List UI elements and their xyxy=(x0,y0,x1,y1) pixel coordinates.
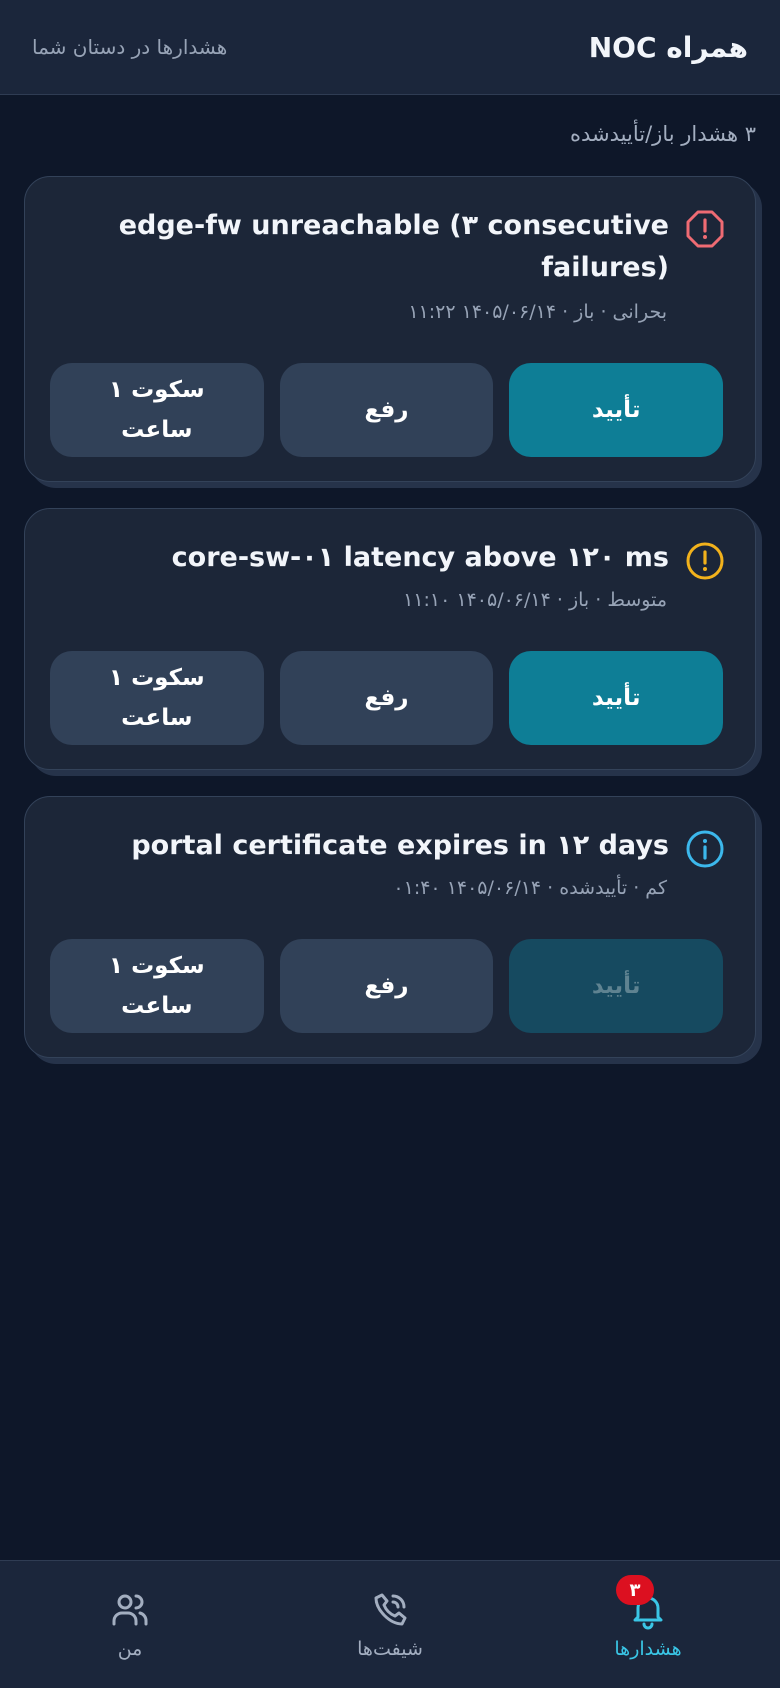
alert-title: portal certificate expires in ۱۲ days xyxy=(131,830,669,861)
alerts-count-badge: ۳ xyxy=(616,1575,654,1605)
acknowledge-button[interactable]: تأیید xyxy=(509,651,723,745)
app-title: همراه NOC xyxy=(588,30,748,64)
mute-1h-button[interactable]: سکوت ۱ ساعت xyxy=(49,939,264,1033)
alert-card-header: core-sw-۰۱ latency above ۱۲۰ ms xyxy=(65,537,725,581)
info-circle-icon xyxy=(686,830,724,868)
users-icon xyxy=(112,1594,148,1626)
alert-card: core-sw-۰۱ latency above ۱۲۰ ms متوسط · … xyxy=(24,508,756,770)
warning-circle-icon xyxy=(686,542,724,580)
mute-1h-button[interactable]: سکوت ۱ ساعت xyxy=(49,651,264,745)
acknowledge-button[interactable]: تأیید xyxy=(509,363,723,457)
app-root: همراه NOC هشدارها در دستان شما ۳ هشدار ب… xyxy=(0,0,780,1688)
resolve-button[interactable]: رفع xyxy=(279,939,494,1033)
alert-actions: تأیید رفع سکوت ۱ ساعت xyxy=(49,651,723,745)
alert-meta: متوسط · باز · ۱۴۰۵/۰۶/۱۴ ۱۱:۱۰ xyxy=(403,589,667,611)
alert-card-header: edge-fw unreachable (۳ consecutive failu… xyxy=(65,205,725,289)
resolve-button[interactable]: رفع xyxy=(279,651,494,745)
alert-card-header: portal certificate expires in ۱۲ days xyxy=(65,825,725,869)
alerts-summary: ۳ هشدار باز/تأییدشده xyxy=(570,122,756,146)
nav-label-shifts: شیفت‌ها xyxy=(357,1638,423,1660)
alert-card: portal certificate expires in ۱۲ days کم… xyxy=(24,796,756,1058)
mute-1h-button[interactable]: سکوت ۱ ساعت xyxy=(49,363,264,457)
app-subtitle: هشدارها در دستان شما xyxy=(32,35,228,59)
alert-meta: بحرانی · باز · ۱۴۰۵/۰۶/۱۴ ۱۱:۲۲ xyxy=(408,301,667,323)
critical-octagon-icon xyxy=(686,210,724,248)
alert-title: core-sw-۰۱ latency above ۱۲۰ ms xyxy=(171,542,669,573)
alert-card: edge-fw unreachable (۳ consecutive failu… xyxy=(24,176,756,482)
nav-label-me: من xyxy=(117,1638,143,1660)
resolve-button[interactable]: رفع xyxy=(279,363,494,457)
phone-icon xyxy=(374,1593,407,1626)
app-header: همراه NOC هشدارها در دستان شما xyxy=(0,0,780,95)
acknowledge-button: تأیید xyxy=(509,939,723,1033)
nav-tab-shifts[interactable]: شیفت‌ها xyxy=(290,1561,490,1688)
alert-meta: کم · تأییدشده · ۱۴۰۵/۰۶/۱۴ ۰۱:۴۰ xyxy=(393,877,667,899)
alert-title: edge-fw unreachable (۳ consecutive failu… xyxy=(118,210,669,283)
bottom-nav: هشدارها ۳ شیفت‌ها من xyxy=(0,1560,780,1688)
nav-tab-me[interactable]: من xyxy=(30,1561,230,1688)
alert-actions: تأیید رفع سکوت ۱ ساعت xyxy=(49,939,723,1033)
nav-label-alerts: هشدارها xyxy=(614,1638,682,1660)
alert-actions: تأیید رفع سکوت ۱ ساعت xyxy=(49,363,723,457)
nav-tab-alerts[interactable]: هشدارها ۳ xyxy=(548,1561,748,1688)
